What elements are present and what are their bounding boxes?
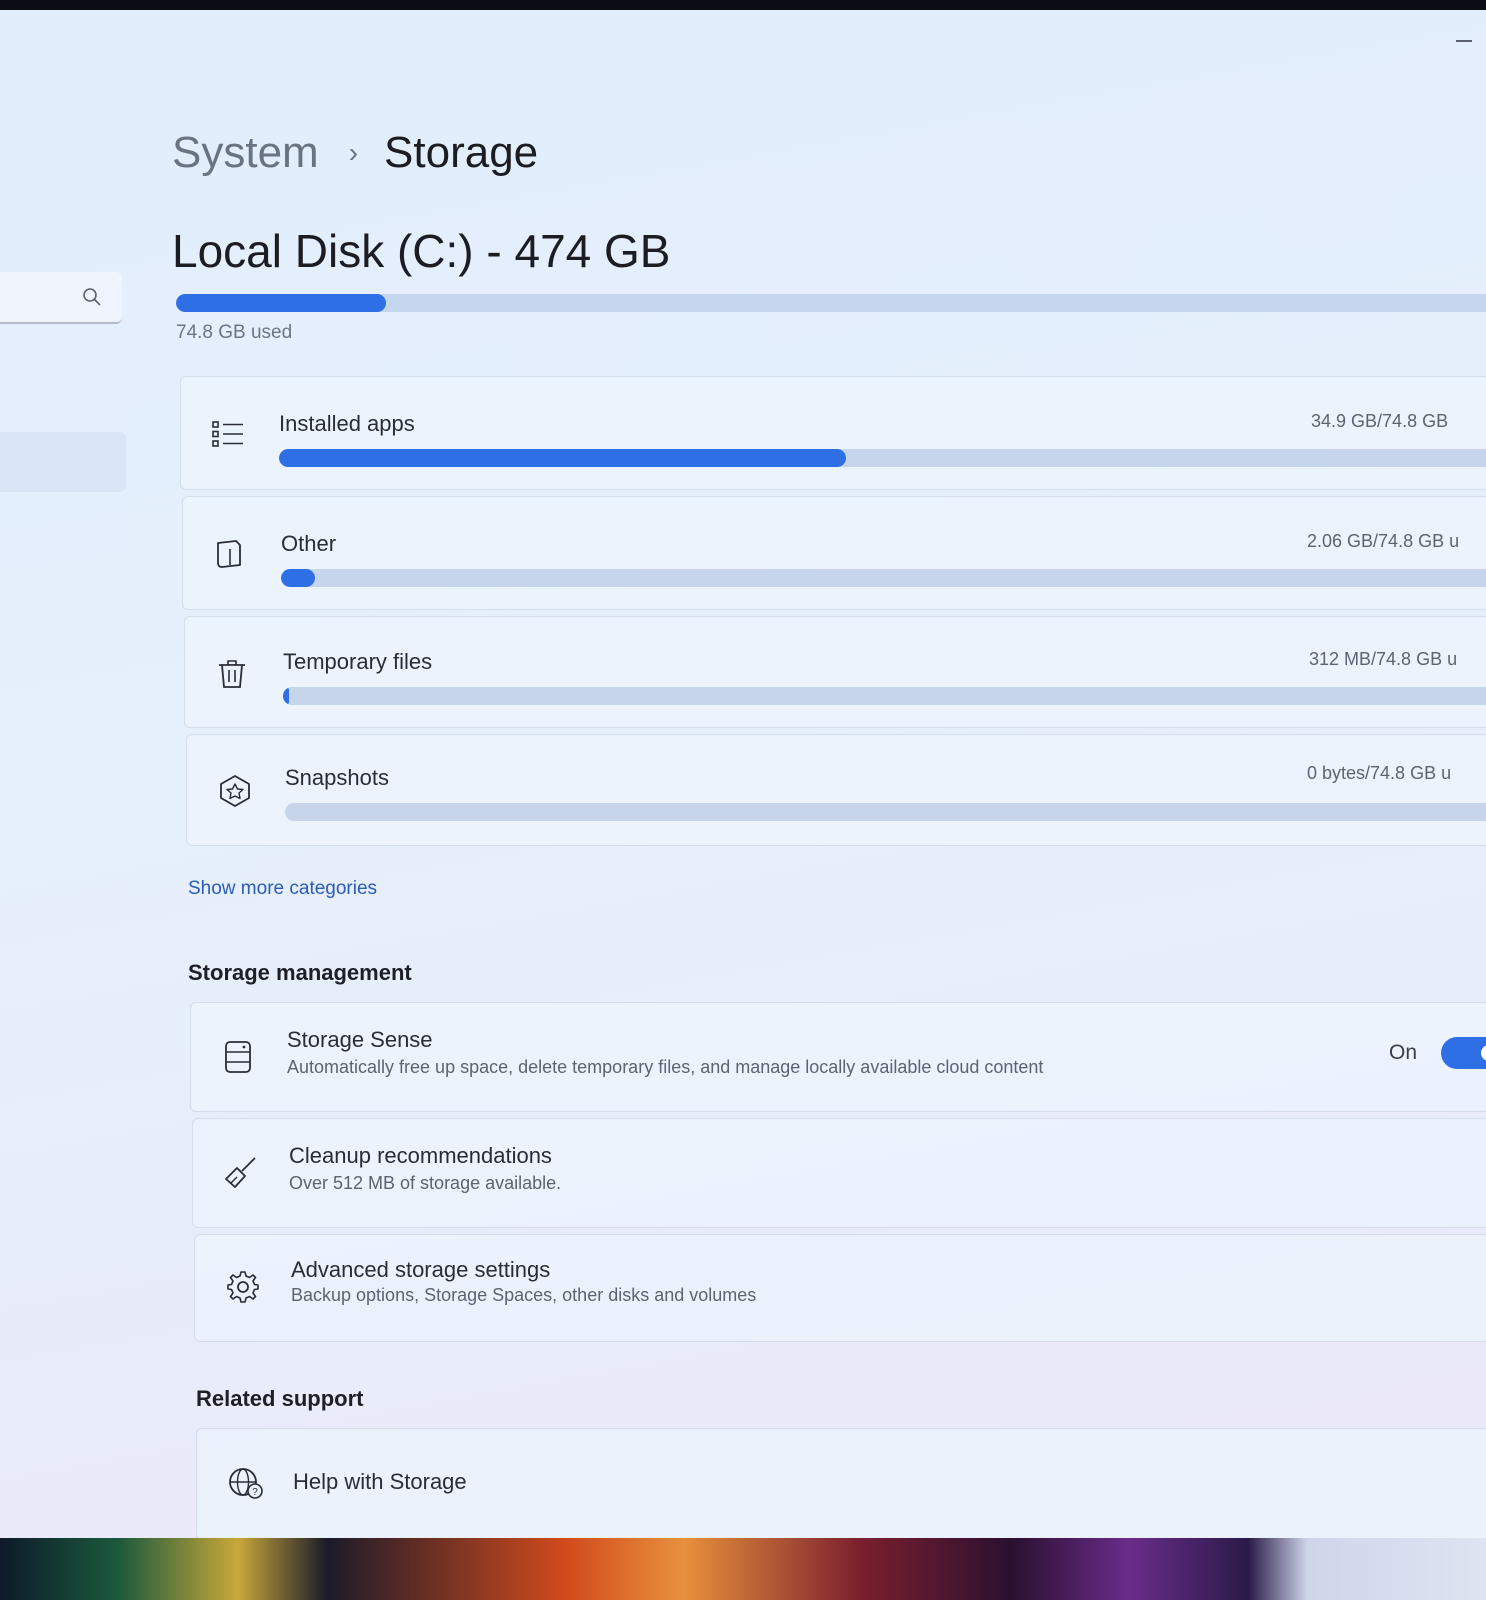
disk-title: Local Disk (C:) - 474 GB: [172, 225, 671, 277]
category-bar-fill: [279, 449, 846, 467]
document-icon: [213, 537, 247, 576]
help-with-storage-title: Help with Storage: [293, 1469, 467, 1494]
cleanup-recommendations-row[interactable]: Cleanup recommendations Over 512 MB of s…: [192, 1118, 1486, 1228]
advanced-storage-settings-row[interactable]: Advanced storage settings Backup options…: [194, 1234, 1486, 1342]
cleanup-description: Over 512 MB of storage available.: [289, 1173, 562, 1193]
category-label: Other: [281, 531, 337, 556]
advanced-storage-title: Advanced storage settings: [291, 1257, 551, 1282]
storage-sense-toggle[interactable]: [1441, 1037, 1486, 1069]
category-label: Installed apps: [279, 411, 415, 436]
category-bar: [285, 803, 1486, 821]
category-other[interactable]: Other 2.06 GB/74.8 GB u: [182, 496, 1486, 610]
help-with-storage-row[interactable]: ? Help with Storage: [196, 1428, 1486, 1538]
category-label: Temporary files: [283, 649, 433, 674]
category-temporary-files[interactable]: Temporary files 312 MB/74.8 GB u: [184, 616, 1486, 728]
desktop-wallpaper: [0, 1538, 1486, 1600]
cleanup-title: Cleanup recommendations: [289, 1143, 552, 1168]
sidebar-search-box[interactable]: [0, 272, 122, 324]
storage-sense-row[interactable]: Storage Sense Automatically free up spac…: [190, 1002, 1486, 1112]
disk-usage-fill: [176, 294, 387, 312]
storage-sense-title: Storage Sense: [287, 1027, 433, 1052]
category-bar: [279, 449, 1486, 467]
settings-window: System › Storage Local Disk (C:) - 474 G…: [0, 10, 1486, 1538]
storage-sense-status: On: [1389, 1041, 1418, 1064]
gear-icon: [225, 1269, 261, 1310]
storage-management-heading: Storage management: [188, 960, 412, 985]
category-value: 2.06 GB/74.8 GB u: [1307, 531, 1460, 551]
breadcrumb: System › Storage: [172, 128, 538, 178]
toggle-knob: [1481, 1045, 1486, 1061]
category-value: 34.9 GB/74.8 GB: [1311, 411, 1449, 431]
category-value: 0 bytes/74.8 GB u: [1307, 763, 1452, 783]
category-snapshots[interactable]: Snapshots 0 bytes/74.8 GB u: [186, 734, 1486, 846]
category-bar: [281, 569, 1486, 587]
category-installed-apps[interactable]: Installed apps 34.9 GB/74.8 GB: [180, 376, 1486, 490]
chevron-right-icon: ›: [348, 137, 359, 168]
list-icon: [211, 417, 245, 456]
search-icon: [82, 287, 102, 312]
disk-usage-bar: [176, 294, 1486, 312]
category-bar-fill: [281, 569, 316, 587]
breadcrumb-system[interactable]: System: [172, 128, 319, 178]
snapshot-icon: [217, 773, 253, 814]
trash-icon: [215, 657, 249, 696]
svg-text:?: ?: [252, 1487, 258, 1498]
category-bar: [283, 687, 1486, 705]
advanced-storage-description: Backup options, Storage Spaces, other di…: [291, 1285, 757, 1305]
category-label: Snapshots: [285, 765, 389, 790]
category-value: 312 MB/74.8 GB u: [1309, 649, 1458, 669]
sidebar-selected-item[interactable]: [0, 432, 126, 492]
disk-used-label: 74.8 GB used: [176, 322, 293, 343]
globe-help-icon: ?: [227, 1465, 265, 1506]
storage-sense-description: Automatically free up space, delete temp…: [287, 1057, 1044, 1077]
drive-icon: [221, 1039, 255, 1080]
minimize-button[interactable]: [1456, 40, 1472, 42]
broom-icon: [223, 1155, 259, 1196]
related-support-heading: Related support: [196, 1386, 364, 1411]
page-title: Storage: [384, 128, 539, 177]
category-bar-fill: [283, 687, 289, 705]
show-more-categories-link[interactable]: Show more categories: [188, 878, 377, 900]
